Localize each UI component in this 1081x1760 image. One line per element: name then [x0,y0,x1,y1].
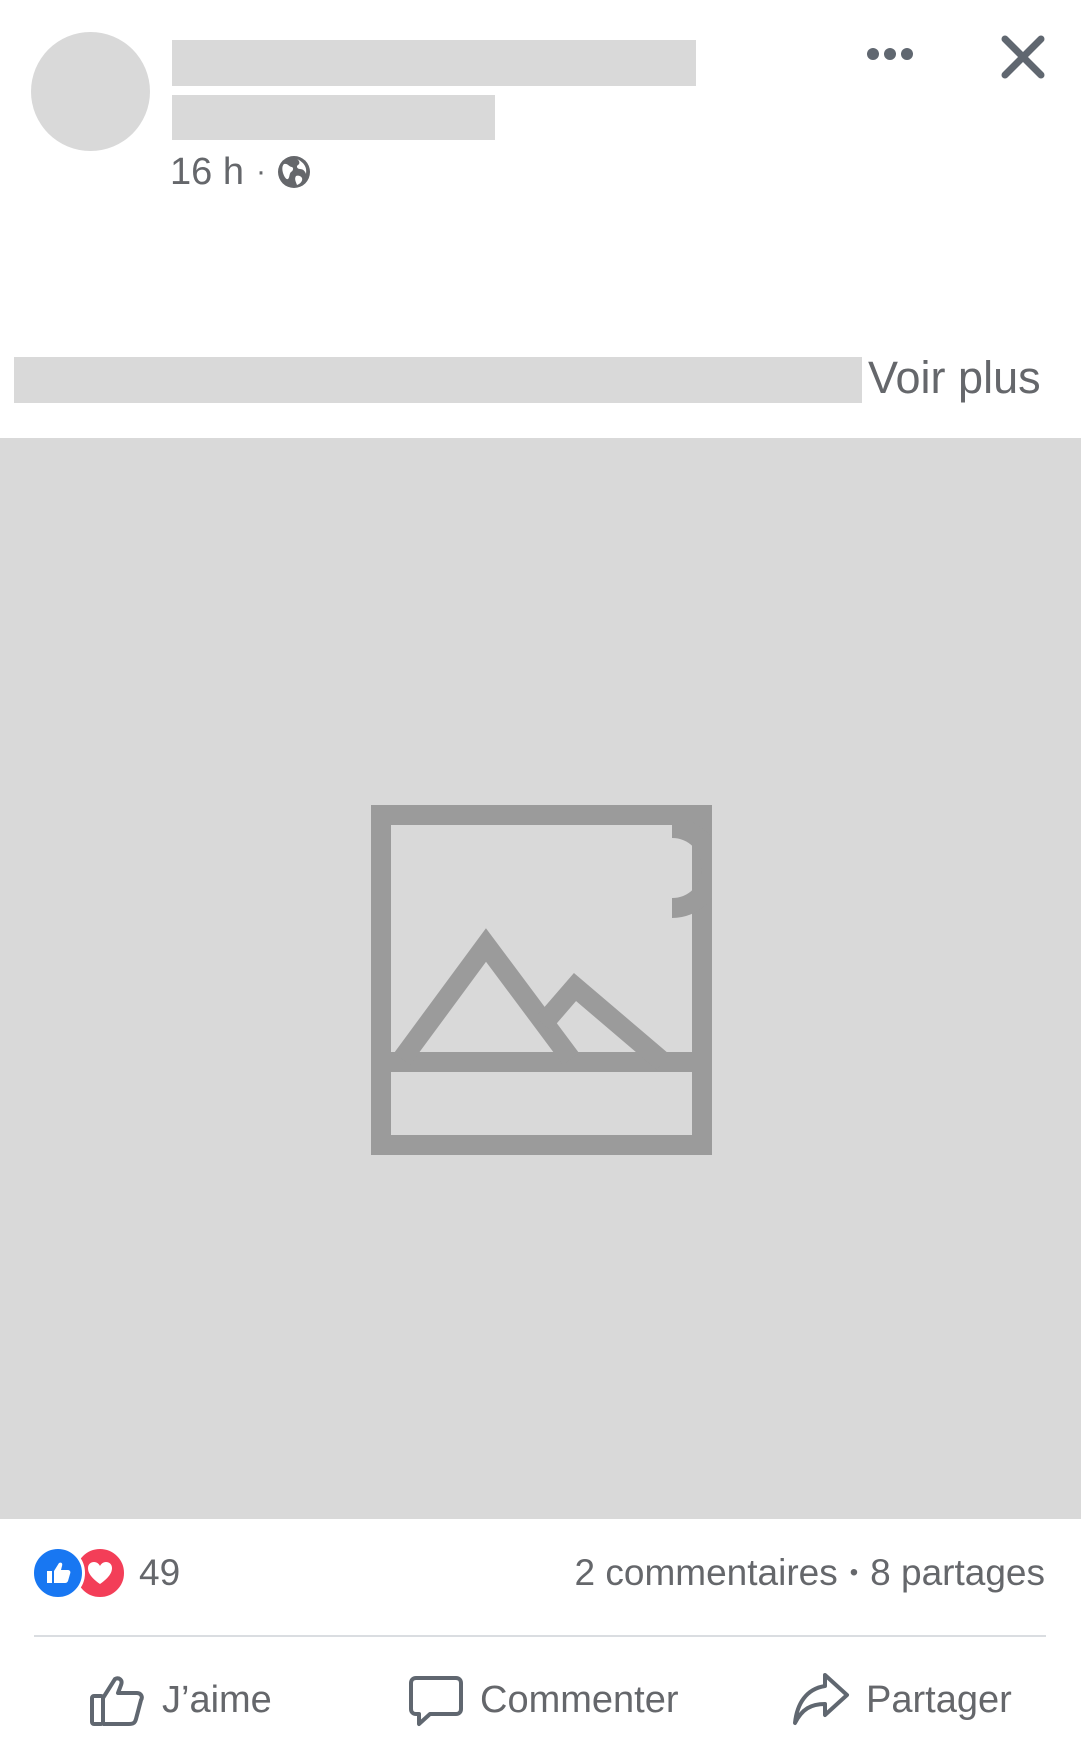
author-subtitle-placeholder [172,95,495,140]
image-placeholder-icon [371,805,722,1160]
close-icon [1000,34,1046,85]
reaction-count: 49 [139,1552,181,1593]
comment-button[interactable]: Commenter [408,1662,679,1738]
counts-separator: • [849,1559,859,1586]
like-label: J’aime [162,1678,272,1721]
shares-count[interactable]: 8 partages [870,1552,1045,1594]
like-button[interactable]: J’aime [88,1662,272,1738]
globe-icon[interactable] [276,154,312,190]
comments-count[interactable]: 2 commentaires [575,1552,838,1594]
reactions-summary[interactable]: 49 [31,1546,181,1600]
like-reaction-icon [31,1546,85,1600]
see-more-link[interactable]: Voir plus [868,352,1041,404]
share-button[interactable]: Partager [792,1662,1012,1738]
post-time[interactable]: 16 h [170,153,244,191]
avatar[interactable] [31,32,150,151]
meta-separator: · [255,155,266,188]
comment-icon [408,1672,480,1728]
thumbs-up-icon [88,1671,162,1729]
comment-label: Commenter [480,1678,679,1721]
author-name-placeholder[interactable] [172,40,696,86]
more-options-icon [866,47,914,66]
close-button[interactable] [994,30,1052,88]
share-label: Partager [866,1678,1012,1721]
post-text-placeholder [14,357,862,403]
engagement-counts: 2 commentaires • 8 partages [575,1547,1045,1599]
post-meta: 16 h · [170,150,312,194]
more-options-button[interactable] [858,36,922,76]
divider [34,1635,1046,1637]
share-icon [792,1671,866,1729]
